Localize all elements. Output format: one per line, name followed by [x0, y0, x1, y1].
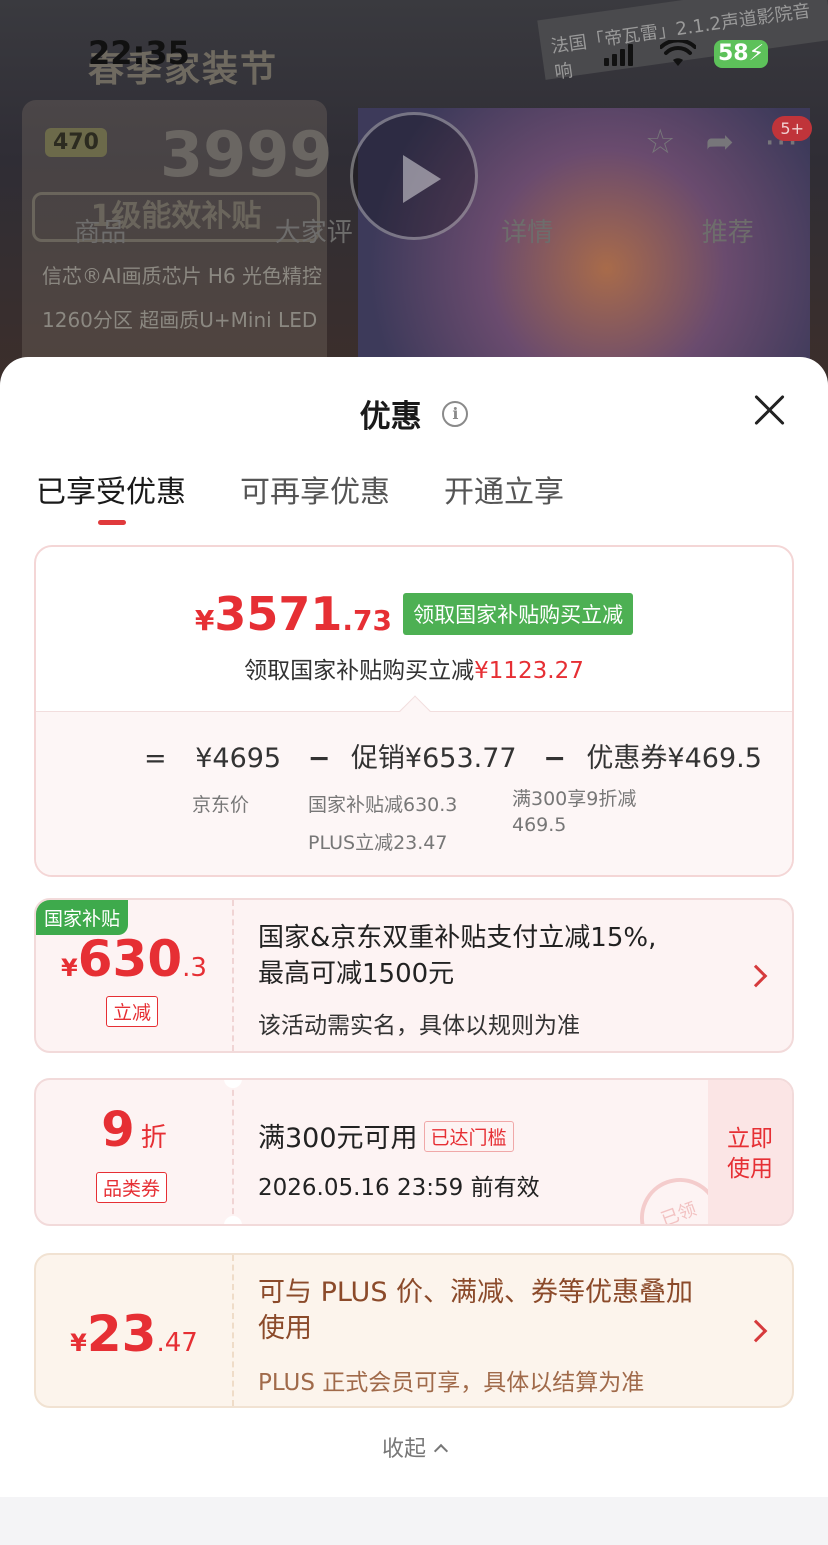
category-coupon-card: 9折 品类券 满300元可用 已达门槛 2026.05.16 23:59 前有效 …: [34, 1078, 794, 1226]
cellular-signal-icon: [604, 44, 634, 66]
plus-title-line: 使用: [258, 1313, 312, 1344]
savings-line: 领取国家补贴购买立减¥1123.27: [36, 651, 792, 685]
subsidy-amount-area: ¥630.3 立减: [36, 900, 232, 1051]
promo-details: 国家补贴减630.3 PLUS立减23.47: [308, 786, 457, 862]
background-nav-tabs: 商品 大家评 详情 推荐: [0, 212, 828, 249]
amount-integer: 630: [77, 930, 183, 988]
status-bar: 22:35 58⚡: [0, 0, 828, 100]
coupon-detail: 满300享9折减: [512, 788, 637, 810]
subsidy-badge: 领取国家补贴购买立减: [403, 593, 634, 635]
chevron-right-icon[interactable]: [744, 1319, 768, 1343]
card-divider: [232, 1255, 234, 1406]
subsidy-amount: ¥630.3: [36, 930, 232, 988]
collapse-button[interactable]: 收起: [0, 1431, 828, 1463]
promo-detail: PLUS立减23.47: [308, 832, 448, 854]
currency-symbol: ¥: [70, 1329, 87, 1357]
coupon-discount: 9折: [36, 1102, 232, 1158]
discount-unit: 折: [140, 1123, 167, 1153]
card-divider: [232, 900, 234, 1051]
coupon-details: 满300享9折减 469.5: [512, 786, 636, 838]
amount-decimal: .47: [156, 1328, 198, 1358]
jd-price-label: 京东价: [192, 794, 250, 816]
close-icon[interactable]: [752, 393, 786, 427]
star-icon[interactable]: ☆: [645, 122, 675, 162]
background-price: 3999: [160, 118, 333, 191]
mini-price-tag: 470: [45, 128, 107, 157]
equals-sign: =: [144, 743, 167, 774]
discount-number: 9: [101, 1102, 135, 1158]
nav-tab[interactable]: 大家评: [275, 212, 353, 249]
chevron-up-icon: [433, 1443, 449, 1459]
battery-icon: 58⚡: [714, 40, 768, 68]
plus-description: 可与 PLUS 价、满减、券等优惠叠加 使用 PLUS 正式会员可享，具体以结算…: [258, 1255, 722, 1406]
subsidy-description: 国家&京东双重补贴支付立减15%, 最高可减1500元 该活动需实名，具体以规则…: [258, 900, 722, 1051]
coupon-type-tag: 品类券: [96, 1172, 168, 1203]
use-now-button[interactable]: 立即 使用: [708, 1080, 792, 1224]
savings-label: 领取国家补贴购买立减: [244, 658, 475, 684]
discount-sheet: 优惠 i 已享受优惠 可再享优惠 开通立享 ¥3571.73 领取国家补贴购买立…: [0, 357, 828, 1545]
national-subsidy-card[interactable]: 国家补贴 ¥630.3 立减 国家&京东双重补贴支付立减15%, 最高可减150…: [34, 898, 794, 1053]
plus-note: PLUS 正式会员可享，具体以结算为准: [258, 1370, 645, 1396]
subsidy-title: 国家&京东双重补贴支付立减15%, 最高可减1500元: [258, 920, 656, 992]
subsidy-title-line: 国家&京东双重补贴支付立减15%,: [258, 923, 657, 953]
ticket-notch: [224, 1216, 242, 1224]
plus-title-line: 可与 PLUS 价、满减、券等优惠叠加: [258, 1277, 694, 1308]
card-divider: [232, 1080, 234, 1224]
plus-title: 可与 PLUS 价、满减、券等优惠叠加 使用: [258, 1275, 693, 1347]
final-price-decimal: .73: [342, 604, 393, 637]
minus-sign: −: [307, 743, 331, 774]
minus-sign: −: [543, 743, 566, 774]
message-badge: 5+: [772, 116, 812, 141]
subsidy-note: 该活动需实名，具体以规则为准: [258, 1013, 580, 1039]
nav-tab[interactable]: 推荐: [702, 212, 754, 249]
coupon-expiry: 2026.05.16 23:59 前有效: [258, 1175, 540, 1201]
price-equation: = ¥4695 − 促销¥653.77 − 优惠券¥469.5: [144, 736, 768, 775]
sheet-header: 优惠 i: [0, 391, 828, 436]
tab-more-available[interactable]: 可再享优惠: [240, 467, 390, 525]
amount-integer: 23: [86, 1305, 157, 1363]
promo-amount: 促销¥653.77: [350, 743, 517, 774]
jd-price: ¥4695: [195, 743, 282, 774]
discount-tabs: 已享受优惠 可再享优惠 开通立享: [36, 467, 564, 525]
wifi-icon: [660, 40, 696, 66]
use-now-label: 立即: [727, 1126, 773, 1152]
coupon-condition-text: 满300元可用: [258, 1123, 418, 1154]
footer-strip: [0, 1497, 828, 1545]
amount-decimal: .3: [182, 953, 207, 983]
threshold-met-tag: 已达门槛: [423, 1121, 514, 1152]
currency-symbol: ¥: [61, 954, 78, 982]
info-icon[interactable]: i: [442, 400, 469, 427]
coupon-discount-area: 9折 品类券: [36, 1080, 232, 1224]
subsidy-title-line: 最高可减1500元: [258, 959, 455, 989]
coupon-detail: 469.5: [512, 814, 567, 836]
coupon-amount: 优惠券¥469.5: [586, 743, 762, 774]
final-price: ¥3571.73 领取国家补贴购买立减: [36, 587, 792, 641]
coupon-condition: 满300元可用 已达门槛: [258, 1116, 514, 1155]
collapse-label: 收起: [381, 1437, 426, 1462]
price-summary-card: ¥3571.73 领取国家补贴购买立减 领取国家补贴购买立减¥1123.27 =…: [34, 545, 794, 877]
tab-activate[interactable]: 开通立享: [444, 467, 564, 525]
feature-line: 1260分区 超画质U+Mini LED: [42, 308, 318, 332]
sheet-title: 优惠: [359, 399, 422, 435]
price-breakdown: = ¥4695 − 促销¥653.77 − 优惠券¥469.5 京东价 国家补贴…: [36, 711, 792, 875]
nav-tab[interactable]: 详情: [501, 212, 553, 249]
tab-enjoyed[interactable]: 已享受优惠: [36, 467, 186, 525]
share-icon[interactable]: ➦: [706, 122, 735, 162]
plus-amount-area: ¥23.47: [36, 1255, 232, 1406]
battery-level: 58: [717, 41, 749, 66]
plus-discount-card[interactable]: ¥23.47 可与 PLUS 价、满减、券等优惠叠加 使用 PLUS 正式会员可…: [34, 1253, 794, 1408]
status-time: 22:35: [88, 34, 190, 72]
currency-symbol: ¥: [194, 604, 215, 637]
nav-tab[interactable]: 商品: [74, 212, 126, 249]
promo-detail: 国家补贴减630.3: [308, 794, 458, 816]
feature-line: 信芯®AI画质芯片 H6 光色精控: [42, 264, 323, 288]
plus-amount: ¥23.47: [36, 1305, 232, 1363]
use-now-label: 使用: [727, 1156, 773, 1182]
savings-amount: ¥1123.27: [474, 658, 584, 684]
instant-discount-tag: 立减: [106, 996, 159, 1027]
final-price-integer: 3571: [214, 587, 343, 641]
chevron-right-icon[interactable]: [744, 964, 768, 988]
